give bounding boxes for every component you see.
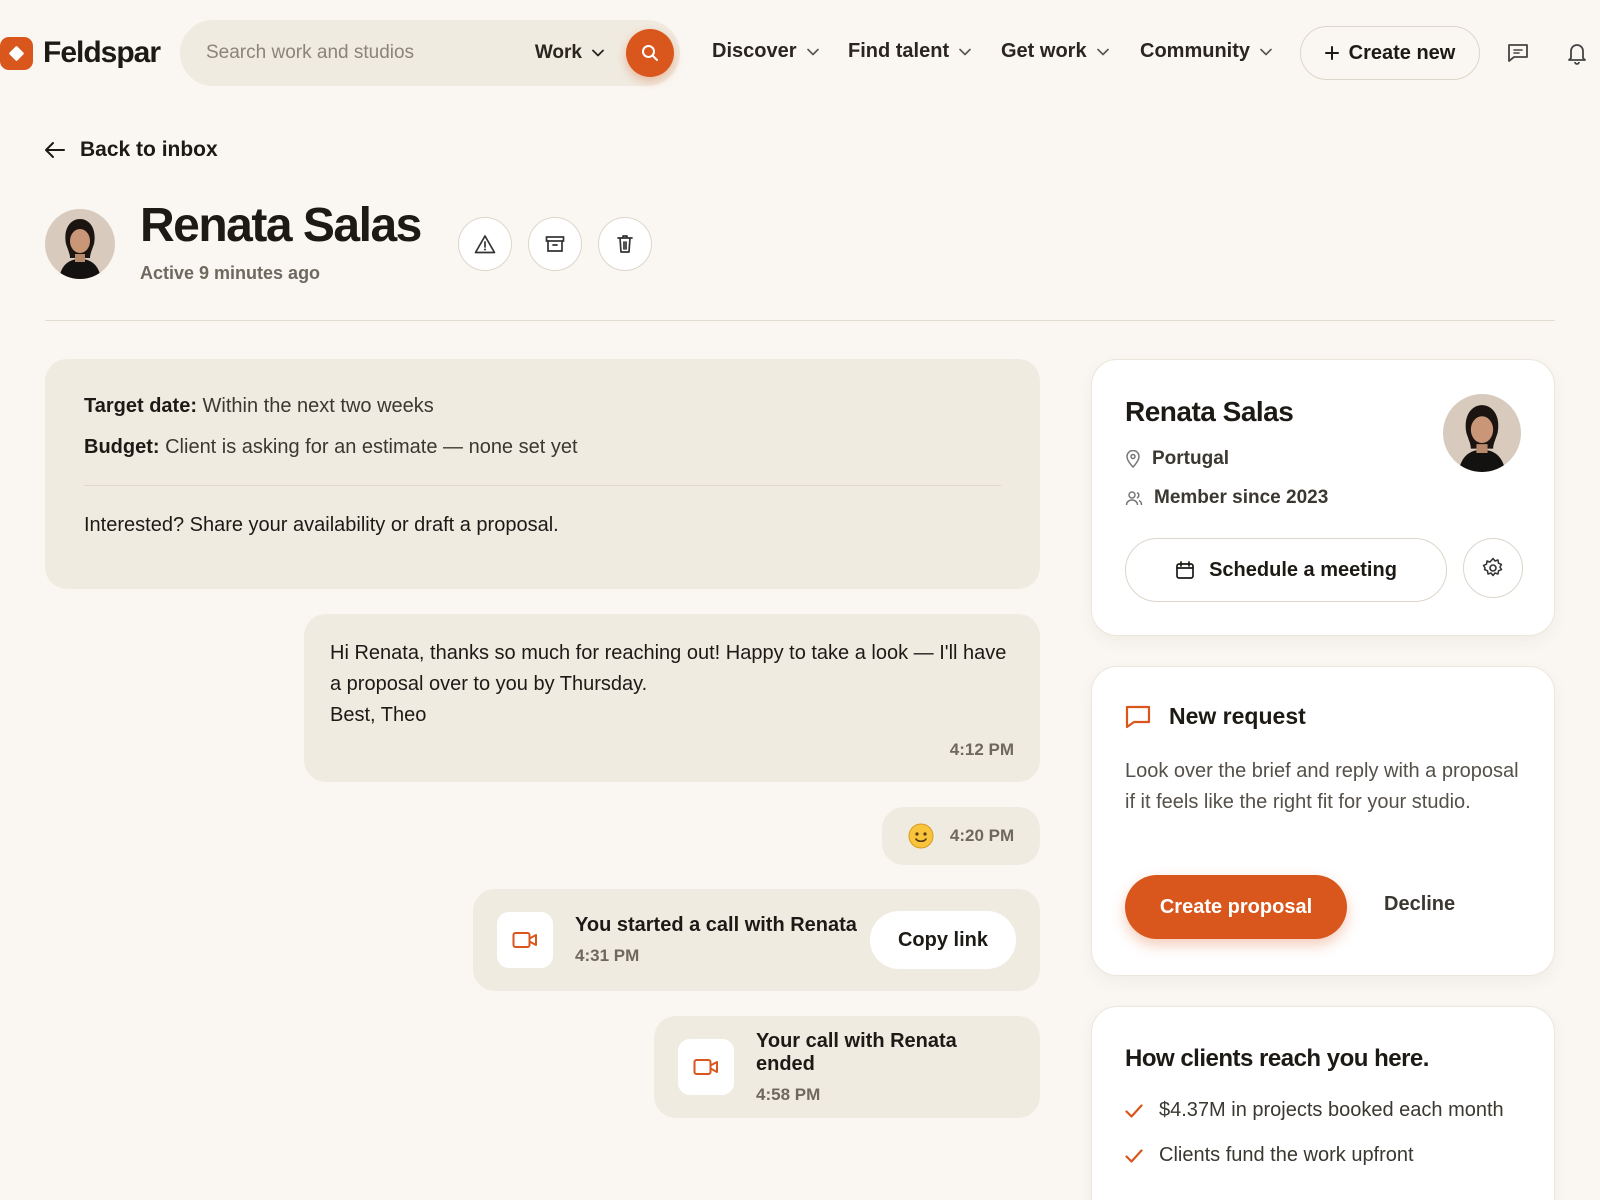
chevron-down-icon (806, 48, 819, 55)
header-divider (45, 320, 1555, 321)
archive-icon (545, 236, 565, 252)
chevron-down-icon (959, 48, 971, 55)
search-button[interactable] (626, 29, 674, 77)
target-date-row: Target date: Within the next two weeks (84, 395, 1001, 418)
brand-logo[interactable]: Feldspar (0, 36, 161, 70)
delete-button[interactable] (598, 217, 652, 271)
create-new-label: Create new (1348, 41, 1456, 64)
call-ended-event: Your call with Renata ended 4:58 PM (654, 1016, 1040, 1118)
chevron-down-icon (592, 49, 604, 57)
notifications-button[interactable] (1562, 38, 1592, 68)
call-event-title: Your call with Renata ended (756, 1029, 957, 1075)
copy-link-button[interactable]: Copy link (869, 911, 1016, 969)
back-to-inbox-label: Back to inbox (80, 138, 218, 161)
plus-icon (1324, 46, 1339, 60)
search-scope-label: Work (534, 42, 582, 63)
nav-find-talent[interactable]: Find talent (848, 40, 971, 63)
profile-card: Renata Salas Portugal Member since 2023 … (1091, 359, 1555, 636)
budget-label: Budget: (84, 436, 160, 458)
check-icon (1125, 1148, 1143, 1163)
location-text: Portugal (1152, 448, 1230, 469)
budget-row: Budget: Client is asking for an estimate… (84, 436, 1001, 459)
brief-cta-text: Interested? Share your availability or d… (84, 514, 559, 536)
nav-discover[interactable]: Discover (712, 40, 819, 63)
messages-button[interactable] (1503, 38, 1533, 68)
call-started-event: You started a call with Renata 4:31 PM C… (473, 889, 1040, 991)
search-scope-dropdown[interactable]: Work (535, 42, 604, 64)
nav-get-work[interactable]: Get work (1001, 40, 1109, 63)
chat-bubble-icon (1125, 705, 1151, 728)
call-event-time: 4:58 PM (756, 1084, 821, 1104)
reaction-bubble: 4:20 PM (882, 807, 1040, 865)
users-icon (1125, 491, 1143, 506)
list-item: $4.37M in projects booked each month (1125, 1099, 1521, 1122)
new-request-card: New request Look over the brief and repl… (1091, 666, 1555, 976)
schedule-meeting-button[interactable]: Schedule a meeting (1125, 538, 1447, 602)
search-bar[interactable]: Search work and studios Work (180, 20, 680, 86)
profile-member-since: Member since 2023 (1125, 487, 1521, 509)
decline-button[interactable]: Decline (1384, 893, 1455, 916)
call-event-title: You started a call with Renata (575, 914, 857, 936)
avatar (45, 209, 115, 279)
reach-info-card: How clients reach you here. $4.37M in pr… (1091, 1006, 1555, 1200)
target-date-value: Within the next two weeks (202, 395, 434, 417)
logo-mark-icon (0, 36, 33, 70)
new-request-body: Look over the brief and reply with a pro… (1125, 760, 1519, 813)
chevron-down-icon (1260, 48, 1272, 55)
schedule-meeting-label: Schedule a meeting (1209, 558, 1397, 581)
warning-icon (474, 235, 496, 254)
smile-emoji-icon (908, 823, 934, 849)
search-input[interactable]: Search work and studios (206, 42, 535, 64)
brief-divider (84, 485, 1001, 486)
nav-community[interactable]: Community (1140, 40, 1272, 63)
nav-discover-label: Discover (712, 40, 797, 62)
new-request-heading: New request (1125, 703, 1521, 730)
message-timestamp: 4:12 PM (949, 740, 1014, 759)
settings-button[interactable] (1463, 538, 1523, 598)
message-icon (1508, 44, 1528, 62)
video-call-icon (678, 1039, 734, 1095)
nav-find-talent-label: Find talent (848, 40, 950, 62)
bell-icon (1568, 44, 1586, 65)
page-title: Renata Salas (140, 199, 422, 252)
check-icon (1125, 1103, 1143, 1118)
project-brief-card: Target date: Within the next two weeks B… (45, 359, 1040, 589)
new-request-title: New request (1169, 703, 1306, 729)
message-bubble: Hi Renata, thanks so much for reaching o… (304, 614, 1040, 782)
target-date-label: Target date: (84, 395, 197, 417)
gear-icon (1482, 557, 1503, 577)
reach-title: How clients reach you here. (1125, 1045, 1429, 1072)
call-event-time: 4:31 PM (575, 946, 640, 965)
arrow-left-icon (45, 142, 65, 158)
member-since-text: Member since 2023 (1154, 487, 1329, 508)
trash-icon (617, 235, 633, 253)
nav-get-work-label: Get work (1001, 40, 1087, 62)
budget-value: Client is asking for an estimate — none … (165, 436, 578, 458)
avatar (1443, 394, 1521, 472)
back-to-inbox-link[interactable]: Back to inbox (44, 138, 218, 162)
location-pin-icon (1126, 450, 1140, 468)
brand-name: Feldspar (43, 36, 161, 69)
reach-item-text: Clients fund the work upfront (1159, 1144, 1414, 1166)
create-new-button[interactable]: Create new (1300, 26, 1480, 80)
archive-button[interactable] (528, 217, 582, 271)
video-call-icon (497, 912, 553, 968)
create-proposal-button[interactable]: Create proposal (1125, 875, 1347, 939)
search-icon (642, 45, 658, 61)
report-button[interactable] (458, 217, 512, 271)
nav-community-label: Community (1140, 40, 1250, 62)
message-timestamp: 4:20 PM (949, 826, 1015, 845)
reach-item-text: $4.37M in projects booked each month (1159, 1099, 1504, 1121)
calendar-icon (1176, 561, 1194, 579)
list-item: Clients fund the work upfront (1125, 1144, 1521, 1167)
active-status: Active 9 minutes ago (140, 263, 321, 283)
message-text: Hi Renata, thanks so much for reaching o… (330, 642, 1007, 726)
chevron-down-icon (1096, 48, 1109, 55)
